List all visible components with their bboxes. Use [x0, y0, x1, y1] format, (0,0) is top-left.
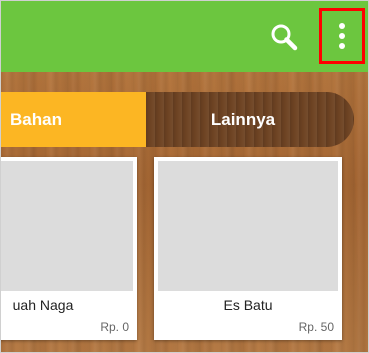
tab-label: Bahan — [10, 109, 62, 129]
tab-lainnya[interactable]: Lainnya — [146, 92, 354, 147]
product-price: Rp. 50 — [298, 320, 334, 334]
product-image-placeholder — [1, 161, 133, 291]
overflow-menu-button[interactable] — [319, 8, 365, 64]
product-card[interactable]: uah Naga Rp. 0 — [1, 157, 137, 340]
top-app-bar — [1, 1, 368, 72]
product-price: Rp. 0 — [100, 320, 129, 334]
product-name: uah Naga — [12, 297, 74, 313]
category-tabs: Bahan Lainnya — [1, 92, 354, 147]
product-card[interactable]: Es Batu Rp. 50 — [154, 157, 342, 340]
product-name: Es Batu — [223, 297, 273, 313]
search-button[interactable] — [261, 11, 307, 63]
more-vert-icon — [339, 23, 345, 49]
tab-label: Lainnya — [210, 109, 276, 129]
app-screen: Bahan Lainnya uah Naga Rp. 0 Es Batu Rp.… — [0, 0, 369, 353]
search-icon — [271, 24, 298, 51]
tab-bahan[interactable]: Bahan — [1, 92, 146, 147]
product-image-placeholder — [158, 161, 338, 291]
